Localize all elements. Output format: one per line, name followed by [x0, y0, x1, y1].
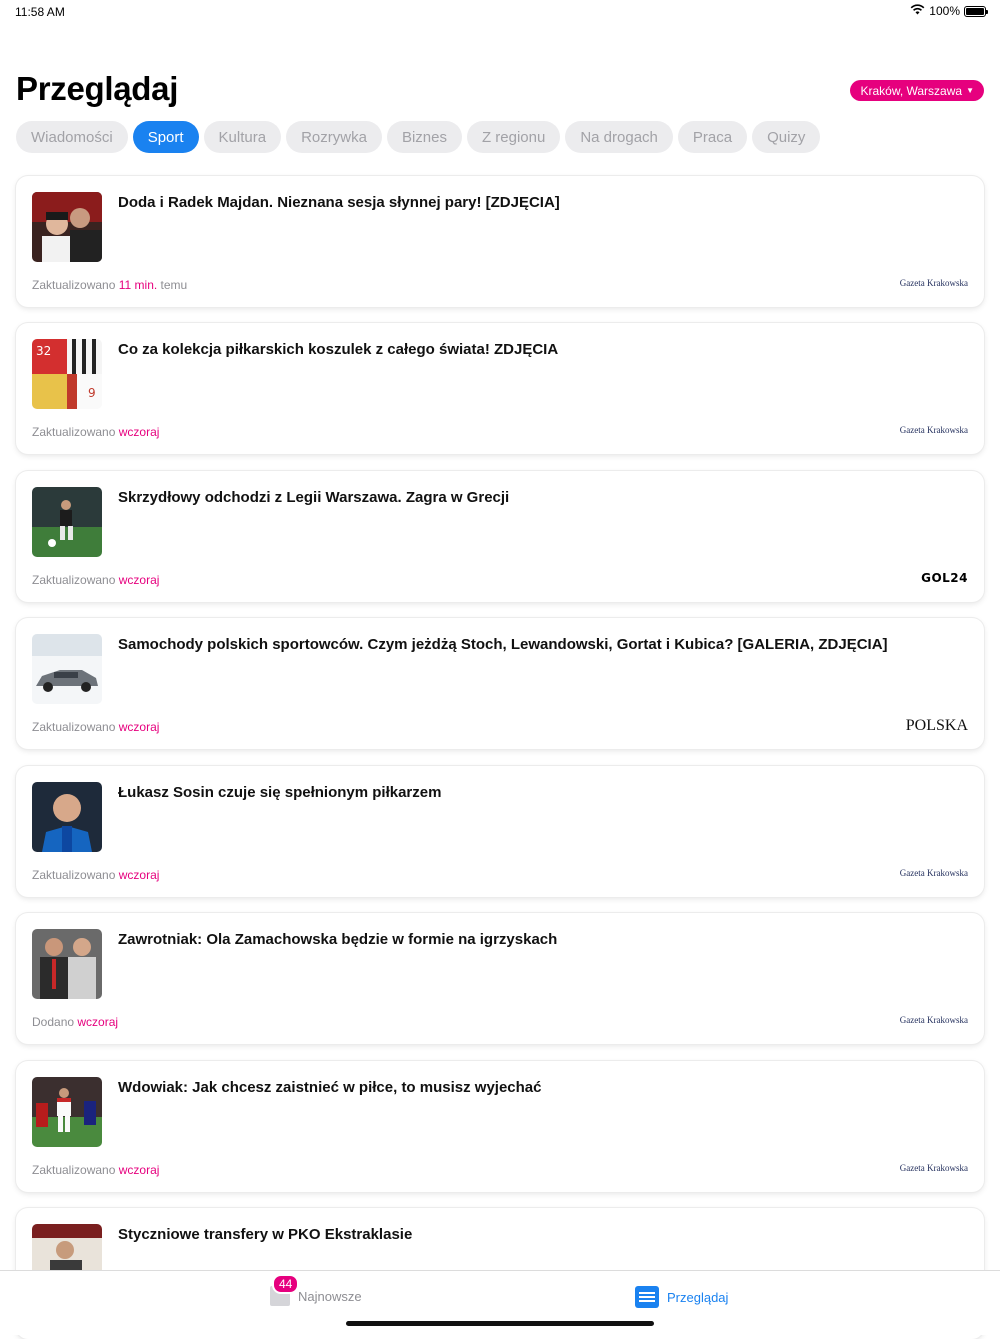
notification-badge: 44	[272, 1274, 300, 1294]
article-card[interactable]: Doda i Radek Majdan. Nieznana sesja słyn…	[16, 176, 984, 307]
list-icon	[635, 1286, 659, 1308]
article-thumbnail	[32, 1077, 102, 1147]
newspaper-icon: 44	[270, 1274, 300, 1306]
source-logo: GOL24	[921, 571, 968, 585]
article-card[interactable]: Wdowiak: Jak chcesz zaistnieć w piłce, t…	[16, 1061, 984, 1192]
article-meta: Zaktualizowano wczoraj	[32, 425, 159, 439]
article-time: wczoraj	[118, 425, 160, 439]
article-meta: Zaktualizowano wczoraj	[32, 1163, 159, 1177]
tab-praca[interactable]: Praca	[677, 121, 748, 153]
meta-prefix: Zaktualizowano	[32, 720, 116, 734]
article-title: Co za kolekcja piłkarskich koszulek z ca…	[118, 341, 559, 358]
article-title: Skrzydłowy odchodzi z Legii Warszawa. Za…	[118, 489, 510, 506]
city-label: Kraków, Warszawa	[860, 83, 963, 98]
article-title: Łukasz Sosin czuje się spełnionym piłkar…	[118, 784, 442, 801]
tab-browse-label: Przeglądaj	[667, 1289, 729, 1305]
article-meta: Zaktualizowano wczoraj	[32, 868, 159, 882]
meta-suffix: temu	[160, 278, 188, 292]
tab-rozrywka[interactable]: Rozrywka	[286, 121, 382, 153]
article-meta: Zaktualizowano 11 min. temu	[32, 278, 187, 292]
source-logo: POLSKA	[905, 717, 968, 734]
meta-prefix: Zaktualizowano	[32, 278, 116, 292]
svg-text:9: 9	[88, 386, 96, 400]
source-logo: Gazeta Krakowska	[899, 868, 968, 878]
meta-prefix: Zaktualizowano	[32, 868, 116, 882]
article-thumbnail: 32 9	[32, 339, 102, 409]
article-title: Wdowiak: Jak chcesz zaistnieć w piłce, t…	[118, 1079, 542, 1096]
tab-z-regionu[interactable]: Z regionu	[466, 121, 561, 153]
article-time: wczoraj	[118, 720, 160, 734]
battery-percent: 100%	[929, 4, 960, 18]
meta-prefix: Zaktualizowano	[32, 425, 116, 439]
article-meta: Dodano wczoraj	[32, 1015, 118, 1029]
meta-prefix: Zaktualizowano	[32, 573, 116, 587]
tab-na-drogach[interactable]: Na drogach	[565, 121, 673, 153]
status-bar: 11:58 AM 100%	[0, 0, 1000, 24]
meta-prefix: Zaktualizowano	[32, 1163, 116, 1177]
article-thumbnail	[32, 487, 102, 557]
article-meta: Zaktualizowano wczoraj	[32, 720, 159, 734]
source-logo: Gazeta Krakowska	[899, 425, 968, 435]
source-logo: Gazeta Krakowska	[899, 278, 968, 288]
article-thumbnail	[32, 192, 102, 262]
tab-sport[interactable]: Sport	[132, 121, 199, 153]
caret-down-icon: ▼	[966, 86, 974, 95]
article-thumbnail	[32, 929, 102, 999]
article-thumbnail	[32, 782, 102, 852]
article-time: wczoraj	[118, 1163, 160, 1177]
article-title: Zawrotniak: Ola Zamachowska będzie w for…	[118, 931, 558, 948]
tab-wiadomosci[interactable]: Wiadomości	[16, 121, 128, 153]
home-indicator	[346, 1321, 654, 1326]
wifi-icon	[910, 4, 925, 18]
category-tabs: Wiadomości Sport Kultura Rozrywka Biznes…	[16, 121, 821, 153]
battery-icon	[964, 5, 988, 17]
tab-biznes[interactable]: Biznes	[386, 121, 462, 153]
page-title: Przeglądaj	[16, 70, 179, 107]
article-card[interactable]: Zawrotniak: Ola Zamachowska będzie w for…	[16, 913, 984, 1044]
article-card[interactable]: Skrzydłowy odchodzi z Legii Warszawa. Za…	[16, 471, 984, 602]
meta-prefix: Dodano	[32, 1015, 75, 1029]
status-right: 100%	[910, 4, 988, 18]
tab-latest-label: Najnowsze	[298, 1288, 362, 1304]
article-card[interactable]: Samochody polskich sportowców. Czym jeżd…	[16, 618, 984, 749]
article-time: 11 min.	[118, 278, 158, 292]
city-selector[interactable]: Kraków, Warszawa ▼	[850, 80, 984, 101]
source-logo: Gazeta Krakowska	[899, 1163, 968, 1173]
source-logo: Gazeta Krakowska	[899, 1015, 968, 1025]
article-time: wczoraj	[118, 868, 160, 882]
svg-text:32: 32	[36, 344, 51, 358]
article-thumbnail	[32, 634, 102, 704]
article-title: Styczniowe transfery w PKO Ekstraklasie	[118, 1226, 413, 1243]
article-card[interactable]: 32 9 Co za kolekcja piłkarskich koszulek …	[16, 323, 984, 454]
tab-kultura[interactable]: Kultura	[203, 121, 282, 153]
article-title: Doda i Radek Majdan. Nieznana sesja słyn…	[118, 194, 560, 211]
tab-latest[interactable]: 44 Najnowsze	[270, 1274, 362, 1306]
article-card[interactable]: Łukasz Sosin czuje się spełnionym piłkar…	[16, 766, 984, 897]
article-time: wczoraj	[118, 573, 160, 587]
tab-quizy[interactable]: Quizy	[752, 121, 821, 153]
article-meta: Zaktualizowano wczoraj	[32, 573, 159, 587]
article-time: wczoraj	[77, 1015, 119, 1029]
article-title: Samochody polskich sportowców. Czym jeżd…	[118, 636, 888, 653]
status-time: 11:58 AM	[15, 5, 65, 19]
tab-browse[interactable]: Przeglądaj	[635, 1286, 728, 1308]
